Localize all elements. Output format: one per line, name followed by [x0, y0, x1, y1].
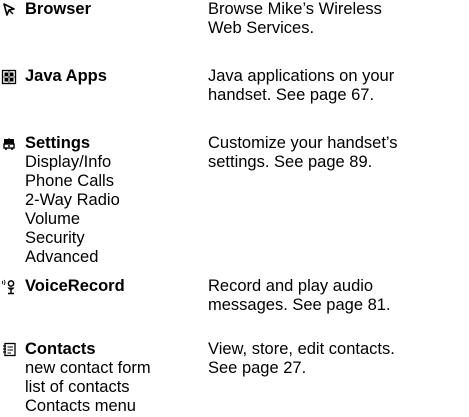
description-line: Customize your handset’s: [208, 134, 398, 152]
description-line: messages. See page 81.: [208, 296, 391, 314]
contacts-icon: [1, 342, 17, 358]
entry-name-column: Browser: [25, 0, 203, 19]
entry-title: Browser: [25, 0, 92, 18]
contacts-subitem-contacts-menu: Contacts menu: [25, 397, 136, 415]
entry-title: Settings: [25, 134, 91, 152]
voice-record-icon: [1, 279, 17, 295]
description-line: handset. See page 67.: [208, 86, 375, 104]
description-line: View, store, edit contacts.: [208, 340, 395, 358]
description-line: See page 27.: [208, 359, 307, 377]
settings-icon: [1, 136, 17, 152]
entry-title: Java Apps: [25, 67, 107, 85]
entry-name-column: Java Apps: [25, 67, 203, 86]
entry-title: VoiceRecord: [25, 277, 125, 295]
settings-subitem-phone-calls: Phone Calls: [25, 172, 114, 190]
description-line: Web Services.: [208, 19, 315, 37]
entry-name-column: VoiceRecord: [25, 277, 203, 296]
settings-subitem-security: Security: [25, 229, 85, 247]
browser-icon: [1, 2, 17, 18]
java-apps-icon: [1, 69, 17, 85]
contacts-subitem-new-contact-form: new contact form: [25, 359, 151, 377]
menu-reference-page: Browser Browse Mike’s Wireless Web Servi…: [0, 0, 469, 417]
entry-name-column: Contacts new contact form list of contac…: [25, 340, 203, 416]
entry-description: Browse Mike’s Wireless Web Services.: [208, 0, 466, 38]
entry-title: Contacts: [25, 340, 96, 358]
entry-description: View, store, edit contacts. See page 27.: [208, 340, 466, 378]
entry-description: Customize your handset’s settings. See p…: [208, 134, 466, 172]
entry-description: Record and play audio messages. See page…: [208, 277, 466, 315]
settings-subitem-advanced: Advanced: [25, 248, 99, 266]
settings-subitem-2-way-radio: 2-Way Radio: [25, 191, 120, 209]
settings-subitem-volume: Volume: [25, 210, 81, 228]
description-line: settings. See page 89.: [208, 153, 373, 171]
description-line: Browse Mike’s Wireless: [208, 0, 382, 18]
contacts-subitem-list-of-contacts: list of contacts: [25, 378, 130, 396]
entry-description: Java applications on your handset. See p…: [208, 67, 466, 105]
settings-subitem-display-info: Display/Info: [25, 153, 112, 171]
entry-name-column: Settings Display/Info Phone Calls 2-Way …: [25, 134, 203, 267]
description-line: Java applications on your: [208, 67, 395, 85]
description-line: Record and play audio: [208, 277, 374, 295]
